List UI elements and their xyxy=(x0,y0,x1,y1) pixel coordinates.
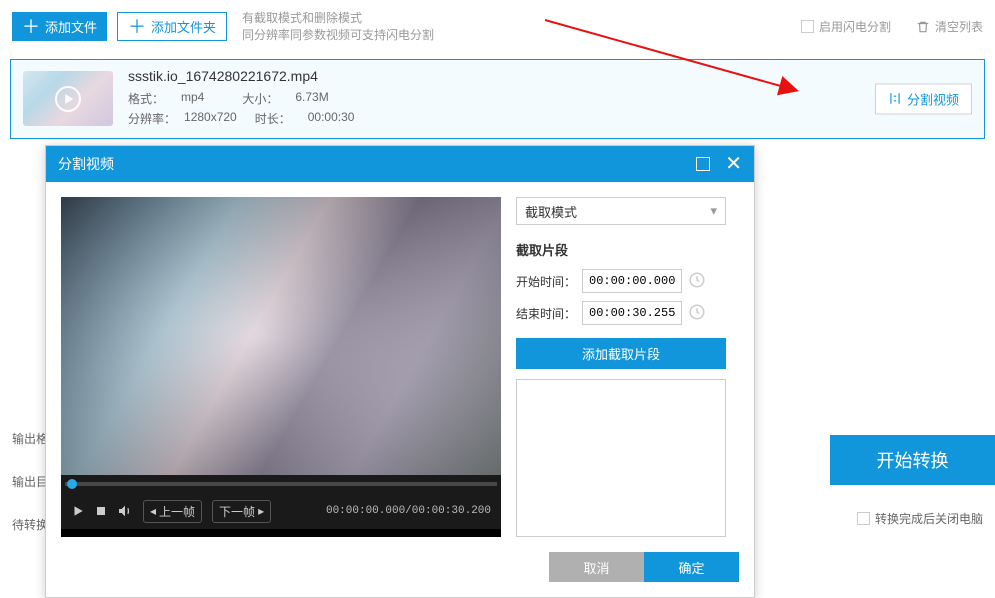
end-time-label: 结束时间： xyxy=(516,305,576,322)
maximize-icon[interactable] xyxy=(696,157,710,171)
split-dialog: 分割视频 ✕ ◂上一帧 下一帧▸ 00:00:00.000/00:00:30.2… xyxy=(45,145,755,598)
start-time-input[interactable] xyxy=(582,269,682,293)
time-display: 00:00:00.000/00:00:30.200 xyxy=(326,505,491,517)
video-player: ◂上一帧 下一帧▸ 00:00:00.000/00:00:30.200 xyxy=(61,197,501,537)
shutdown-checkbox[interactable]: 转换完成后关闭电脑 xyxy=(857,510,983,527)
file-thumbnail[interactable] xyxy=(23,71,113,126)
pending-label: 待转换 xyxy=(12,516,48,533)
plus-icon: ＋ xyxy=(128,18,146,36)
video-frame[interactable] xyxy=(61,197,501,475)
volume-icon[interactable] xyxy=(117,503,133,519)
add-file-button[interactable]: ＋添加文件 xyxy=(12,12,107,41)
enable-flash-checkbox[interactable]: 启用闪电分割 xyxy=(801,18,891,35)
split-video-button[interactable]: 分割视频 xyxy=(875,83,972,114)
clear-list-button[interactable]: 清空列表 xyxy=(916,18,983,35)
ok-button[interactable]: 确定 xyxy=(644,552,739,582)
clock-icon[interactable] xyxy=(688,271,706,292)
dialog-titlebar[interactable]: 分割视频 ✕ xyxy=(46,146,754,182)
mode-select[interactable]: 截取模式 xyxy=(516,197,726,225)
file-item[interactable]: ssstik.io_1674280221672.mp4 格式：mp4 大小：6.… xyxy=(10,59,985,139)
hint-text: 有截取模式和删除模式 同分辨率同参数视频可支持闪电分割 xyxy=(242,10,434,44)
add-segment-button[interactable]: 添加截取片段 xyxy=(516,338,726,369)
split-icon xyxy=(888,92,902,106)
segment-list[interactable] xyxy=(516,379,726,537)
plus-icon: ＋ xyxy=(22,18,40,36)
cancel-button[interactable]: 取消 xyxy=(549,552,644,582)
clock-icon[interactable] xyxy=(688,303,706,324)
file-name: ssstik.io_1674280221672.mp4 xyxy=(128,68,354,84)
scrub-handle[interactable] xyxy=(67,479,77,489)
close-icon[interactable]: ✕ xyxy=(725,154,742,174)
trash-icon xyxy=(916,20,930,34)
dialog-title: 分割视频 xyxy=(58,154,696,174)
start-convert-button[interactable]: 开始转换 xyxy=(830,435,995,485)
start-time-label: 开始时间： xyxy=(516,273,576,290)
segment-section-title: 截取片段 xyxy=(516,240,726,259)
scrubber[interactable] xyxy=(61,475,501,493)
play-icon[interactable] xyxy=(71,504,85,518)
prev-frame-button[interactable]: ◂上一帧 xyxy=(143,500,202,523)
next-frame-button[interactable]: 下一帧▸ xyxy=(212,500,271,523)
end-time-input[interactable] xyxy=(582,301,682,325)
stop-icon[interactable] xyxy=(95,505,107,517)
add-folder-button[interactable]: ＋添加文件夹 xyxy=(117,12,227,41)
output-dir-label: 输出目 xyxy=(12,473,48,490)
checkbox-icon xyxy=(801,20,814,33)
checkbox-icon xyxy=(857,512,870,525)
output-format-label: 输出格 xyxy=(12,430,48,447)
